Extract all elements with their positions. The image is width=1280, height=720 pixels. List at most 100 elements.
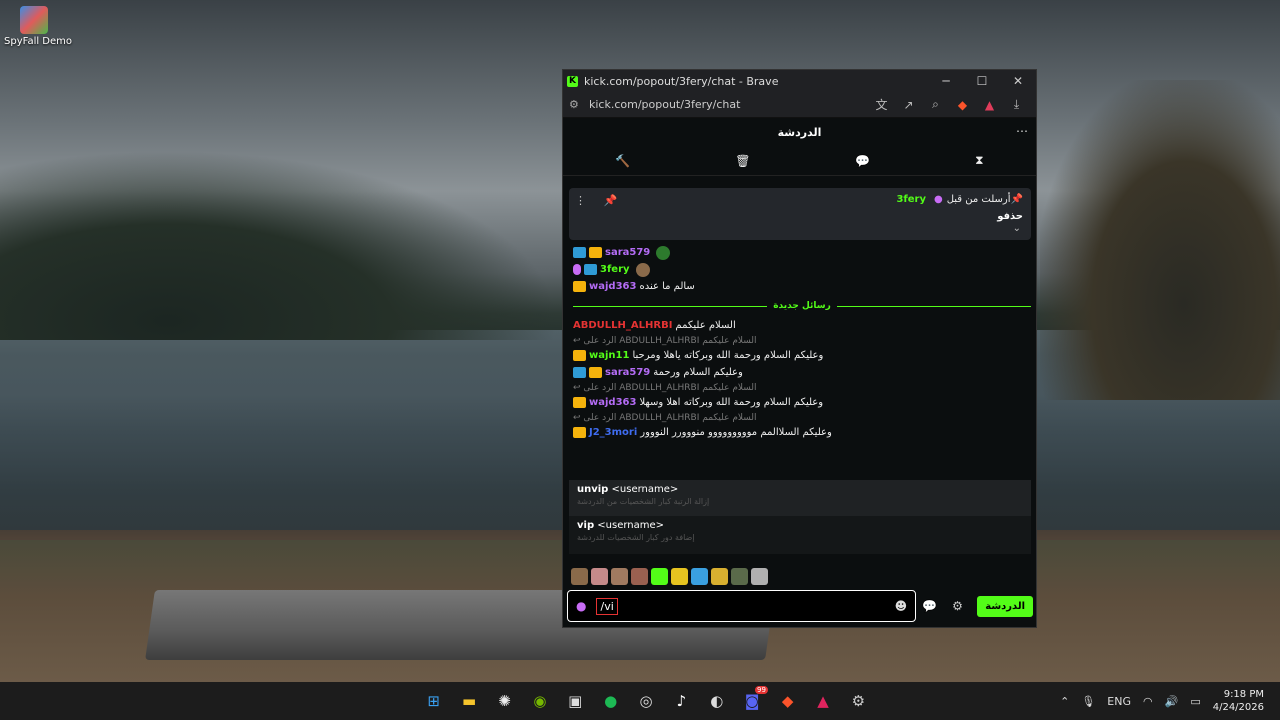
browser-window: K kick.com/popout/3fery/chat - Brave ─ ☐… <box>562 69 1037 628</box>
spotify-icon[interactable]: ● <box>593 682 628 720</box>
chat-message: sara579 <box>569 244 1035 261</box>
gear-icon[interactable]: ⚙ <box>944 599 972 613</box>
crown-badge-icon <box>573 397 586 408</box>
brave-icon[interactable]: ◆ <box>770 682 805 720</box>
pinned-by-label: أرسلت من قبل <box>946 194 1011 205</box>
mic-badge-icon: ● <box>933 194 943 205</box>
emote-icon[interactable] <box>751 568 768 585</box>
crown-badge-icon <box>573 427 586 438</box>
translate-icon[interactable]: 文 <box>868 96 895 113</box>
settings-app-icon[interactable]: ✺ <box>487 682 522 720</box>
unpin-icon[interactable]: 📌 <box>604 194 618 207</box>
chat-username[interactable]: ABDULLH_ALHRBI <box>573 320 672 331</box>
chat-message: wajd363 سالم ما عنده <box>569 278 1035 295</box>
desktop-icon-spyfall[interactable]: SpyFall Demo <box>4 6 72 47</box>
nvidia-icon[interactable]: ◉ <box>522 682 557 720</box>
new-messages-divider: رسائل جديدة <box>569 295 1035 317</box>
url-field[interactable]: kick.com/popout/3fery/chat <box>589 98 868 111</box>
pin-icon: 📌 <box>1010 194 1023 205</box>
emote-icon[interactable] <box>591 568 608 585</box>
emote-icon[interactable] <box>571 568 588 585</box>
reply-context: ↩ الرد على ABDULLH_ALHRBI السلام عليكمم <box>573 335 757 346</box>
chat-input-value[interactable]: /vi <box>596 597 618 615</box>
discord-icon[interactable]: ◙ 99 <box>735 682 770 720</box>
emote-icon[interactable] <box>611 568 628 585</box>
chat-username[interactable]: 3fery <box>600 264 630 275</box>
crown-badge-icon <box>589 247 602 258</box>
emote-icon <box>635 262 650 277</box>
chevron-down-icon[interactable]: ⌄ <box>1013 223 1021 234</box>
suggestion-vip[interactable]: vip <username> إضافة دور كبار الشخصيات ل… <box>569 516 1031 552</box>
file-explorer-icon[interactable]: ▬ <box>451 682 486 720</box>
open-external-icon[interactable]: ↗ <box>895 98 922 112</box>
hourglass-icon[interactable]: ⧗ <box>975 153 983 168</box>
volume-icon[interactable]: 🔊 <box>1165 695 1179 708</box>
wallpaper-trees <box>0 150 560 340</box>
pinned-username[interactable]: 3fery <box>896 194 926 205</box>
maximize-button[interactable]: ☐ <box>964 74 1000 88</box>
chat-text: وعليكم السلام ورحمة الله وبركاته ياهلا و… <box>632 350 824 361</box>
download-icon[interactable]: ⤓ <box>1003 97 1030 112</box>
battery-icon[interactable]: ▭ <box>1190 695 1200 708</box>
gear-app-icon[interactable]: ⚙ <box>841 682 876 720</box>
site-settings-icon[interactable]: ⚙ <box>569 98 589 111</box>
chat-text: وعليكم السلام ورحمة الله وبركاته اهلا وس… <box>639 397 824 408</box>
affinity-icon[interactable]: ▲ <box>805 682 840 720</box>
chrome-icon[interactable]: ◎ <box>628 682 663 720</box>
emote-icon[interactable] <box>651 568 668 585</box>
wallpaper-trees-right <box>1040 80 1280 400</box>
spyfall-icon <box>20 6 48 34</box>
system-tray: ⌃ 🎙 ENG ◠ 🔊 ▭ 9:18 PM 4/24/2026 <box>1060 682 1280 720</box>
emote-icon[interactable] <box>671 568 688 585</box>
address-bar: ⚙ kick.com/popout/3fery/chat 文 ↗ ⌕ ◆ ▲ ⤓ <box>563 92 1036 118</box>
command-suggestions: unvip <username> إزالة الرتبة كبار الشخص… <box>569 480 1031 554</box>
chat-messages: sara579 3fery wajd363 سالم ما عنده رسائل… <box>569 244 1035 480</box>
language-indicator[interactable]: ENG <box>1107 695 1131 708</box>
chat-username[interactable]: sara579 <box>605 367 650 378</box>
brave-shields-icon[interactable]: ◆ <box>949 98 976 112</box>
wifi-icon[interactable]: ◠ <box>1143 695 1153 708</box>
trash-icon[interactable]: 🗑 <box>735 154 750 168</box>
chat-username[interactable]: wajn11 <box>589 350 629 361</box>
zoom-icon[interactable]: ⌕ <box>922 97 949 112</box>
emote-icon[interactable] <box>691 568 708 585</box>
reply-context: ↩ الرد على ABDULLH_ALHRBI السلام عليكمم <box>573 382 757 393</box>
emoji-icon[interactable]: ☻ <box>895 599 908 613</box>
microphone-icon[interactable]: 🎙 <box>1081 695 1095 708</box>
emote-icon[interactable] <box>731 568 748 585</box>
divider-label: رسائل جديدة <box>773 301 831 311</box>
chat-bubble-icon[interactable]: 💬 <box>916 599 944 613</box>
crown-badge-icon <box>589 367 602 378</box>
kebab-menu-icon[interactable]: ⋮ <box>575 194 586 207</box>
tiktok-icon[interactable]: ♪ <box>664 682 699 720</box>
more-options-icon[interactable]: ⋯ <box>1016 124 1028 138</box>
chat-text: وعليكم السلام ورحمة <box>653 367 743 378</box>
brave-rewards-icon[interactable]: ▲ <box>976 98 1003 112</box>
mic-icon[interactable]: ● <box>576 599 586 613</box>
pinned-message: ⋮ 📌 📌 أرسلت من قبل ● 3fery حذفو ⌄ <box>569 188 1031 240</box>
steam-icon[interactable]: ◐ <box>699 682 734 720</box>
chat-input[interactable]: ● /vi ☻ <box>567 590 917 622</box>
chat-message: ABDULLH_ALHRBI السلام عليكمم <box>569 317 1035 334</box>
chat-username[interactable]: wajd363 <box>589 281 636 292</box>
chat-username[interactable]: wajd363 <box>589 397 636 408</box>
suggestion-unvip[interactable]: unvip <username> إزالة الرتبة كبار الشخص… <box>569 480 1031 516</box>
chat-username[interactable]: sara579 <box>605 247 650 258</box>
mod-toolbar: 🔨 🗑 💬 ⧗ <box>563 146 1036 176</box>
chat-bubble-icon[interactable]: 💬 <box>855 154 870 168</box>
chevron-up-icon[interactable]: ⌃ <box>1060 695 1069 708</box>
minimize-button[interactable]: ─ <box>928 74 964 88</box>
send-chat-button[interactable]: الدردشة <box>977 595 1034 617</box>
suggestion-description: إزالة الرتبة كبار الشخصيات من الدردشة <box>577 497 710 506</box>
emote-icon[interactable] <box>631 568 648 585</box>
ban-hammer-icon[interactable]: 🔨 <box>615 154 630 168</box>
moderator-badge-icon <box>573 367 586 378</box>
window-title: kick.com/popout/3fery/chat - Brave <box>584 74 779 88</box>
chat-username[interactable]: J2_3mori <box>589 427 637 438</box>
close-button[interactable]: ✕ <box>1000 74 1036 88</box>
kick-favicon-icon: K <box>567 75 578 87</box>
clock[interactable]: 9:18 PM 4/24/2026 <box>1213 688 1264 714</box>
store-icon[interactable]: ▣ <box>558 682 593 720</box>
windows-start-icon[interactable]: ⊞ <box>416 682 451 720</box>
emote-icon[interactable] <box>711 568 728 585</box>
